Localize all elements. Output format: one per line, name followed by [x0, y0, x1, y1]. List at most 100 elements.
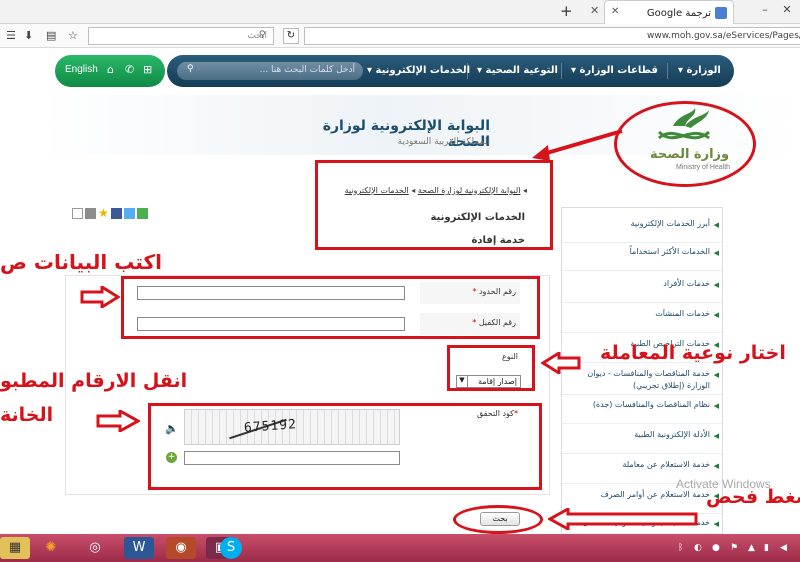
- menu-icon[interactable]: ☰: [6, 29, 16, 42]
- arrow-icon: ◀: [713, 249, 719, 257]
- arrow-icon: ◀: [713, 520, 719, 528]
- annotation-captcha-box: [148, 403, 542, 490]
- share-plus-icon[interactable]: [137, 208, 148, 219]
- download-icon[interactable]: ⬇: [24, 29, 33, 42]
- sidebar-item-label: خدمات المنشآت: [655, 309, 710, 318]
- annotation-arrow-fields: [80, 286, 120, 308]
- language-bar: English ⌂ ✆ ⊞: [55, 55, 165, 87]
- english-link[interactable]: English: [65, 64, 98, 75]
- window-close-button[interactable]: ✕: [780, 3, 794, 17]
- skype-icon[interactable]: S: [220, 537, 242, 559]
- new-tab-button[interactable]: +: [560, 2, 573, 20]
- home-icon[interactable]: ⌂: [107, 63, 114, 76]
- sidebar-item-individuals[interactable]: ◀ خدمات الأفراد: [562, 275, 722, 303]
- firefox-icon[interactable]: ◉: [166, 537, 196, 559]
- sidebar-item-label: الأدلة الإلكترونية الطبية: [634, 430, 710, 439]
- tab-x-icon[interactable]: ✕: [611, 6, 619, 17]
- nav-health-awareness[interactable]: التوعية الصحية ▾: [477, 65, 558, 76]
- sidebar-item-label: خدمة الاستعلام عن أوامر الصرف: [600, 490, 710, 499]
- flag-icon[interactable]: ⚑: [730, 543, 738, 553]
- annotation-press-search: اضغط فحص: [706, 486, 800, 508]
- annotation-button-ellipse: [453, 505, 543, 534]
- nav-label: قطاعات الوزارة: [579, 65, 658, 76]
- address-bar[interactable]: www.moh.gov.sa/eServices/Pages/Efad: [304, 27, 800, 45]
- clipboard-icon[interactable]: ▤: [46, 29, 56, 42]
- browser-app-icon[interactable]: ◎: [80, 537, 110, 559]
- nav-divider: [667, 63, 668, 79]
- twitter-icon[interactable]: [124, 208, 135, 219]
- word-icon[interactable]: W: [124, 537, 154, 559]
- explorer-icon[interactable]: ▦: [0, 537, 30, 559]
- favorite-star-icon[interactable]: ★: [98, 207, 109, 219]
- sitemap-icon[interactable]: ⊞: [143, 63, 152, 76]
- search-icon[interactable]: ⚲: [187, 64, 194, 74]
- sidebar-item-establishments[interactable]: ◀ خدمات المنشآت: [562, 305, 722, 333]
- nav-sectors[interactable]: قطاعات الوزارة ▾: [571, 65, 658, 76]
- browser-tab[interactable]: ترجمة Google ✕: [604, 0, 734, 24]
- antivirus-tray-icon[interactable]: ●: [712, 543, 720, 553]
- browser-tab-bar: + ✕ ترجمة Google ✕ – ✕: [0, 0, 800, 24]
- arrow-icon: ◀: [713, 281, 719, 289]
- sidebar-item-medical-guides[interactable]: ◀ الأدلة الإلكترونية الطبية: [562, 426, 722, 454]
- arrow-icon: ◀: [713, 221, 719, 229]
- annotation-header-box: [315, 160, 553, 250]
- annotation-arrow-type: [541, 352, 581, 374]
- bookmark-star-icon[interactable]: ☆: [68, 29, 78, 42]
- sidebar-item-label: نظام المناقصات والمنافسات (جدة): [592, 400, 710, 409]
- sidebar-item-tenders-ministry[interactable]: ◀ خدمة المناقصات والمنافسات - ديوان الوزا…: [562, 365, 722, 395]
- sidebar-item-label: خدمة الاستعلام عن معاملة: [622, 460, 710, 469]
- annotation-arrow-captcha: [96, 410, 140, 432]
- arrow-icon: ◀: [713, 371, 719, 379]
- site-search-input[interactable]: أدخل كلمات البحث هنا ... ⚲: [177, 62, 363, 80]
- annotation-arrow-button: [548, 508, 698, 530]
- arrow-icon: ◀: [713, 462, 719, 470]
- main-nav: أدخل كلمات البحث هنا ... ⚲ الوزارة ▾ قطا…: [167, 55, 734, 87]
- nav-divider: [561, 63, 562, 79]
- arrow-up-icon[interactable]: ▲: [748, 543, 755, 553]
- print-icon[interactable]: [85, 208, 96, 219]
- annotation-fields-box: [121, 276, 540, 339]
- sidebar-item-most-used[interactable]: ◀ الخدمات الأكثر استخداماً: [562, 243, 722, 271]
- nav-ministry[interactable]: الوزارة ▾: [678, 65, 721, 76]
- annotation-copy-numbers-2: الخانة: [0, 404, 54, 426]
- sidebar-item-label: خدمات الأفراد: [663, 279, 710, 288]
- minimize-button[interactable]: –: [758, 3, 772, 17]
- arrow-icon: ◀: [713, 402, 719, 410]
- email-icon[interactable]: [72, 208, 83, 219]
- browser-toolbar: ☰ ⬇ ▤ ☆ ابحث ⚲ ↻ www.moh.gov.sa/eService…: [0, 24, 800, 48]
- annotation-type-box: [447, 345, 535, 391]
- avast-icon[interactable]: ✺: [36, 537, 66, 559]
- browser-search-input[interactable]: ابحث ⚲: [88, 27, 274, 45]
- share-toolbar: ★: [72, 207, 150, 220]
- sidebar-item-label: خدمة المناقصات والمنافسات - ديوان الوزار…: [587, 369, 710, 390]
- sidebar-item-label: الخدمات الأكثر استخداماً: [629, 247, 710, 256]
- arrow-icon: ◀: [713, 311, 719, 319]
- bluetooth-icon[interactable]: ᛒ: [678, 543, 683, 553]
- annotation-write-data: اكتب البيانات ص: [0, 250, 162, 274]
- network-icon[interactable]: ▮: [764, 543, 769, 553]
- nav-label: الوزارة: [686, 65, 721, 76]
- volume-icon[interactable]: ◀: [780, 543, 787, 553]
- sidebar-item-label: أبرز الخدمات الإلكترونية: [630, 219, 710, 228]
- phone-icon[interactable]: ✆: [125, 63, 134, 76]
- annotation-choose-type: اختار نوعية المعاملة: [600, 342, 786, 364]
- tab-close-icon[interactable]: ✕: [590, 4, 599, 17]
- tab-title: ترجمة Google: [646, 8, 711, 19]
- translate-icon: [715, 7, 727, 19]
- portal-subtitle: المملكة العربية السعودية: [397, 137, 490, 147]
- site-search-placeholder: أدخل كلمات البحث هنا ...: [259, 65, 355, 75]
- sidebar-item-tenders-jeddah[interactable]: ◀ نظام المناقصات والمنافسات (جدة): [562, 396, 722, 424]
- windows-taskbar: ▦ ✺ ◎ W ◉ ▣ S ᛒ ◐ ● ⚑ ▲ ▮ ◀: [0, 534, 800, 562]
- nav-eservices[interactable]: الخدمات الإلكترونية ▾: [367, 65, 470, 76]
- arrow-icon: ◀: [713, 432, 719, 440]
- tray-icon[interactable]: ◐: [694, 543, 702, 553]
- nav-label: التوعية الصحية: [485, 65, 558, 76]
- reload-button[interactable]: ↻: [283, 28, 299, 44]
- search-icon: ⚲: [259, 30, 266, 40]
- sidebar-item-featured[interactable]: ◀ أبرز الخدمات الإلكترونية: [562, 215, 722, 243]
- facebook-icon[interactable]: [111, 208, 122, 219]
- annotation-logo-circle: [614, 101, 756, 187]
- annotation-copy-numbers-1: انقل الارقام المطبو: [0, 370, 188, 392]
- nav-label: الخدمات الإلكترونية: [375, 65, 471, 76]
- annotation-arrow-logo: [532, 129, 623, 161]
